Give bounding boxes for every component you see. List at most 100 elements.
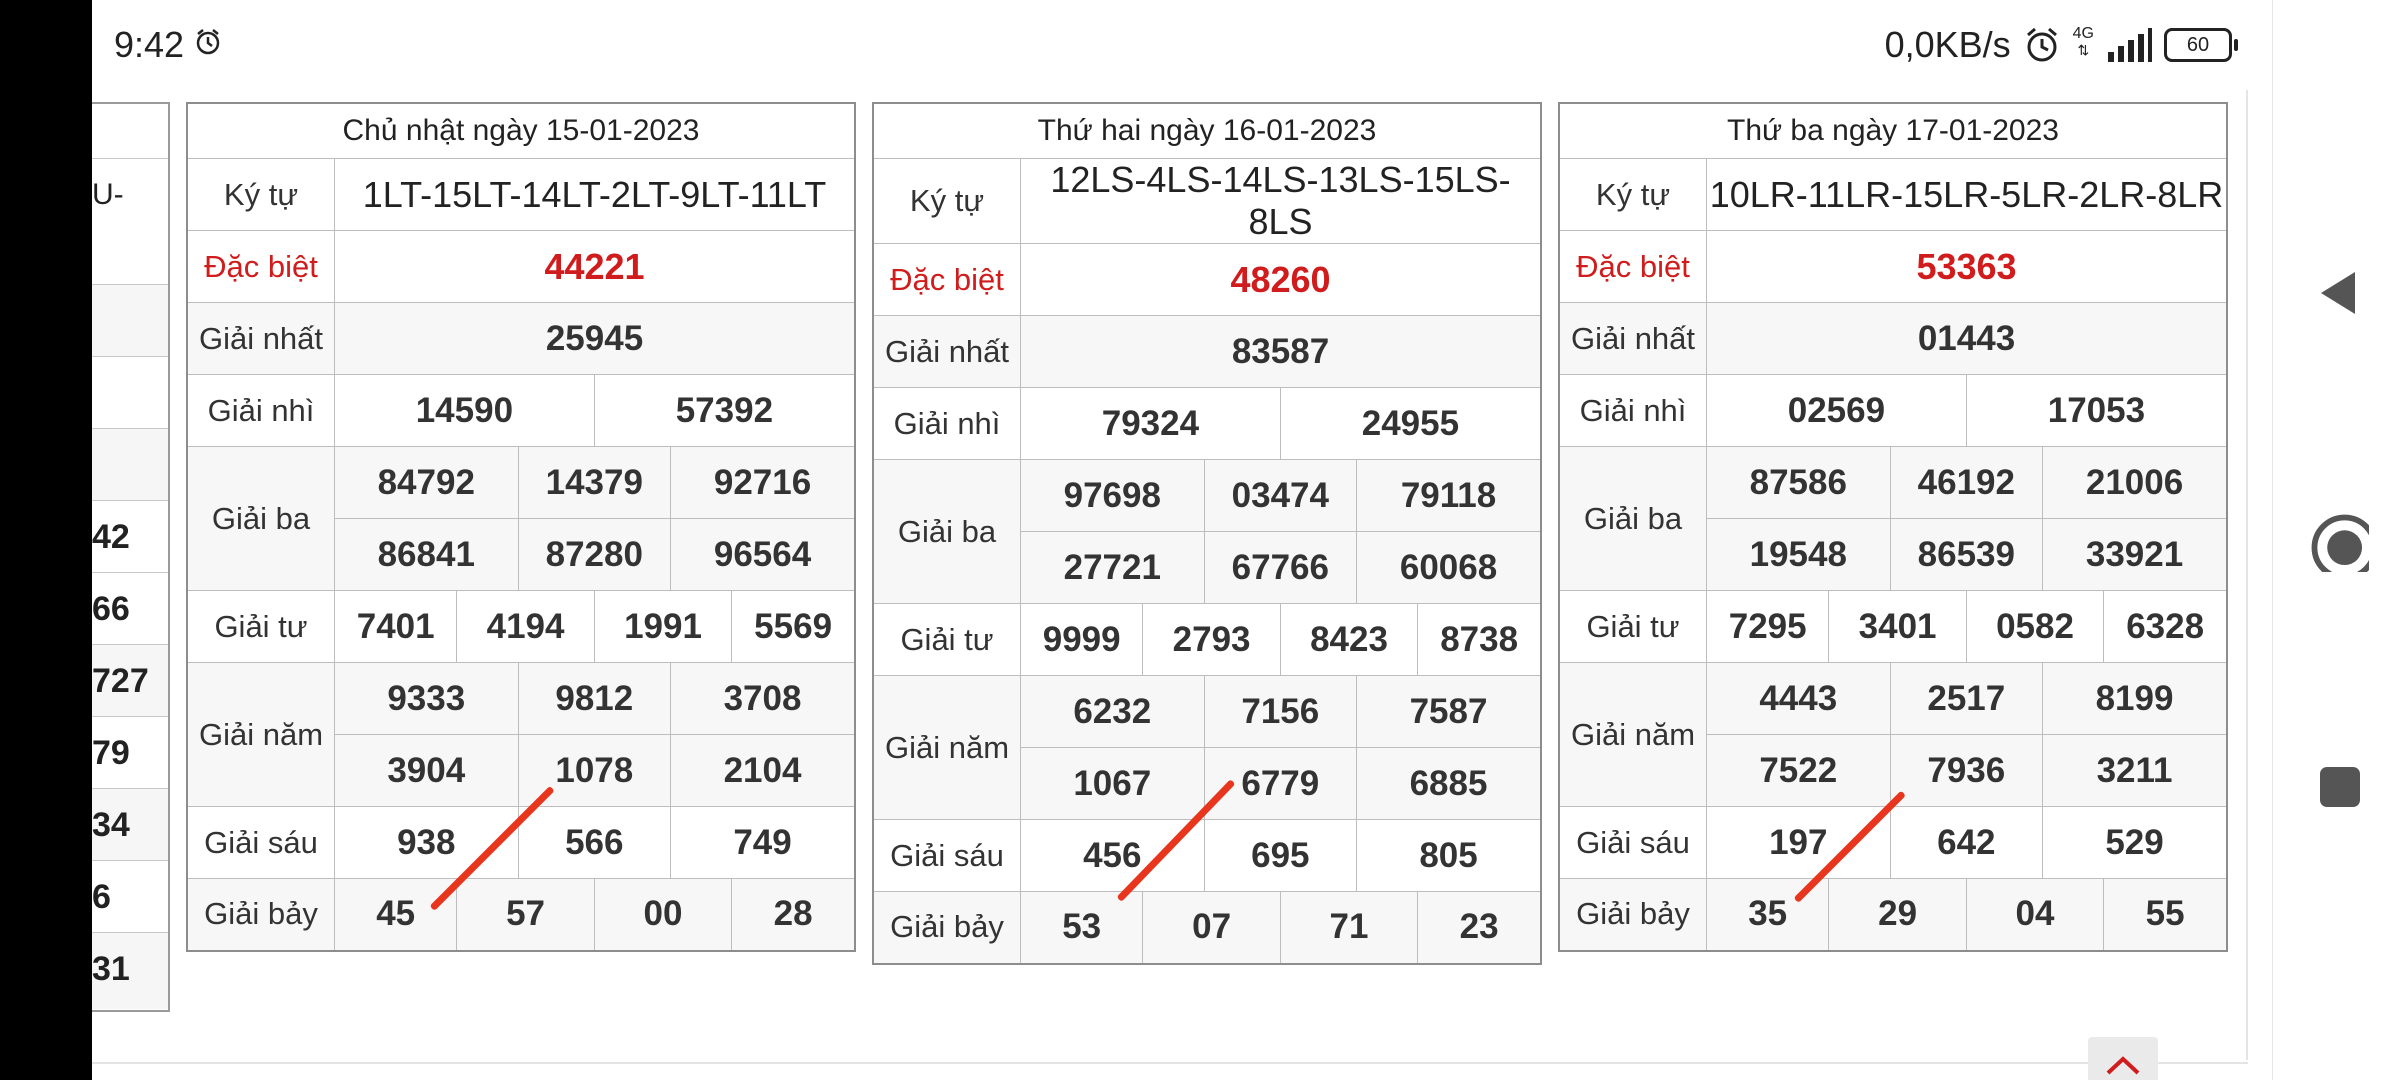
fifth-prize-value: 4443 bbox=[1706, 662, 1891, 735]
seventh-prize-value: 53 bbox=[1019, 891, 1144, 964]
row-label-fifth: Giải năm bbox=[186, 662, 335, 807]
back-icon[interactable] bbox=[2315, 268, 2365, 318]
seventh-prize-value: 55 bbox=[2103, 878, 2228, 951]
table-date-header: Chủ nhật ngày 15-01-2023 bbox=[186, 102, 856, 159]
sixth-prize-value: 805 bbox=[1356, 819, 1542, 892]
seventh-prize-value: 23 bbox=[1417, 891, 1542, 964]
first-prize-value: 83587 bbox=[1020, 315, 1542, 388]
third-prize-value: 84792 bbox=[334, 446, 519, 519]
row-label-code: Ký tự bbox=[186, 158, 335, 231]
third-prize-value: 86841 bbox=[334, 518, 519, 591]
partial-cell: 6 bbox=[92, 860, 168, 933]
row-label-seventh: Giải bảy bbox=[186, 878, 335, 951]
seventh-prize-value: 57 bbox=[456, 878, 595, 951]
special-prize-value: 44221 bbox=[334, 230, 856, 303]
row-label-fifth: Giải năm bbox=[872, 675, 1021, 820]
seventh-prize-value: 71 bbox=[1279, 891, 1419, 964]
row-label-sixth: Giải sáu bbox=[872, 819, 1021, 892]
special-prize-value: 53363 bbox=[1706, 230, 2228, 303]
recent-apps-icon[interactable] bbox=[2315, 762, 2365, 812]
fifth-prize-value: 3211 bbox=[2042, 734, 2228, 807]
partial-cell: 727 bbox=[92, 644, 168, 717]
code-value: 10LR-11LR-15LR-5LR-2LR-8LR bbox=[1706, 158, 2228, 231]
row-label-fourth: Giải tư bbox=[1558, 590, 1707, 663]
content-bottom-border bbox=[92, 1062, 2248, 1064]
fourth-prize-value: 0582 bbox=[1965, 590, 2105, 663]
partial-cell-text: 42 bbox=[92, 518, 130, 556]
partial-cell-text: 727 bbox=[92, 662, 149, 700]
sixth-prize-value: 529 bbox=[2042, 806, 2228, 879]
sixth-prize-value: 566 bbox=[517, 806, 672, 879]
third-prize-value: 60068 bbox=[1356, 531, 1542, 604]
table-date-header: Thứ ba ngày 17-01-2023 bbox=[1558, 102, 2228, 159]
fifth-prize-value: 3708 bbox=[670, 662, 856, 735]
partial-cell-text: 79 bbox=[92, 734, 130, 772]
third-prize-value: 87586 bbox=[1706, 446, 1891, 519]
partial-cell-text: 34 bbox=[92, 806, 130, 844]
fourth-prize-value: 5569 bbox=[731, 590, 856, 663]
partial-cell: 42 bbox=[92, 500, 168, 573]
sixth-prize-value: 749 bbox=[670, 806, 856, 879]
row-label-code: Ký tự bbox=[872, 158, 1021, 244]
alarm-icon bbox=[2026, 27, 2057, 62]
row-label-special: Đặc biệt bbox=[186, 230, 335, 303]
third-prize-value: 87280 bbox=[517, 518, 672, 591]
battery-level: 60 bbox=[2186, 34, 2210, 56]
sixth-prize-value: 938 bbox=[334, 806, 519, 879]
partial-cell: U- bbox=[92, 158, 168, 285]
second-prize-value: 24955 bbox=[1279, 387, 1542, 460]
second-prize-value: 14590 bbox=[334, 374, 595, 447]
third-prize-value: 33921 bbox=[2042, 518, 2228, 591]
fourth-prize-value: 7401 bbox=[333, 590, 458, 663]
third-prize-value: 96564 bbox=[670, 518, 856, 591]
fifth-prize-value: 7587 bbox=[1356, 675, 1542, 748]
fourth-prize-value: 2793 bbox=[1142, 603, 1281, 676]
partial-cell-text: 66 bbox=[92, 590, 130, 628]
results-table-day-2: Thứ hai ngày 16-01-2023 Ký tự 12LS-4LS-14… bbox=[872, 102, 1542, 965]
battery-indicator: 60 bbox=[2164, 28, 2238, 62]
seventh-prize-value: 04 bbox=[1965, 878, 2105, 951]
fifth-prize-value: 7936 bbox=[1889, 734, 2044, 807]
fourth-prize-value: 9999 bbox=[1019, 603, 1144, 676]
third-prize-value: 21006 bbox=[2042, 446, 2228, 519]
third-prize-value: 92716 bbox=[670, 446, 856, 519]
left-black-edge bbox=[0, 0, 92, 1080]
third-prize-value: 27721 bbox=[1020, 531, 1205, 604]
fourth-prize-value: 7295 bbox=[1705, 590, 1830, 663]
fifth-prize-value: 7522 bbox=[1706, 734, 1891, 807]
partial-results-table: U- 42 66 727 79 34 6 31 bbox=[92, 102, 170, 1012]
seventh-prize-value: 07 bbox=[1142, 891, 1281, 964]
seventh-prize-value: 29 bbox=[1828, 878, 1967, 951]
chevron-up-icon bbox=[2106, 1056, 2140, 1075]
network-type: 4G ⇅ bbox=[2073, 26, 2094, 59]
partial-cell: 34 bbox=[92, 788, 168, 861]
fifth-prize-value: 2517 bbox=[1889, 662, 2044, 735]
partial-cell: 79 bbox=[92, 716, 168, 789]
third-prize-value: 19548 bbox=[1706, 518, 1891, 591]
row-label-first: Giải nhất bbox=[1558, 302, 1707, 375]
status-time: 9:42 bbox=[114, 24, 185, 65]
fifth-prize-value: 6885 bbox=[1356, 747, 1542, 820]
signal-icon bbox=[2108, 28, 2152, 62]
fifth-prize-value: 7156 bbox=[1203, 675, 1358, 748]
second-prize-value: 79324 bbox=[1020, 387, 1281, 460]
sixth-prize-value: 197 bbox=[1706, 806, 1891, 879]
row-label-first: Giải nhất bbox=[872, 315, 1021, 388]
third-prize-value: 97698 bbox=[1020, 459, 1205, 532]
row-label-second: Giải nhì bbox=[872, 387, 1021, 460]
first-prize-value: 25945 bbox=[334, 302, 856, 375]
fifth-prize-value: 8199 bbox=[2042, 662, 2228, 735]
row-label-third: Giải ba bbox=[872, 459, 1021, 604]
partial-cell bbox=[92, 284, 168, 357]
fourth-prize-value: 3401 bbox=[1828, 590, 1967, 663]
fourth-prize-value: 8738 bbox=[1417, 603, 1542, 676]
row-label-third: Giải ba bbox=[1558, 446, 1707, 591]
partial-cell-text: 31 bbox=[92, 950, 130, 988]
row-label-first: Giải nhất bbox=[186, 302, 335, 375]
navigation-bar bbox=[2272, 0, 2400, 1080]
row-label-second: Giải nhì bbox=[1558, 374, 1707, 447]
scroll-to-top-button[interactable] bbox=[2088, 1037, 2158, 1080]
code-value: 12LS-4LS-14LS-13LS-15LS-8LS bbox=[1020, 158, 1542, 244]
home-icon[interactable] bbox=[2311, 514, 2369, 572]
partial-cell: 66 bbox=[92, 572, 168, 645]
